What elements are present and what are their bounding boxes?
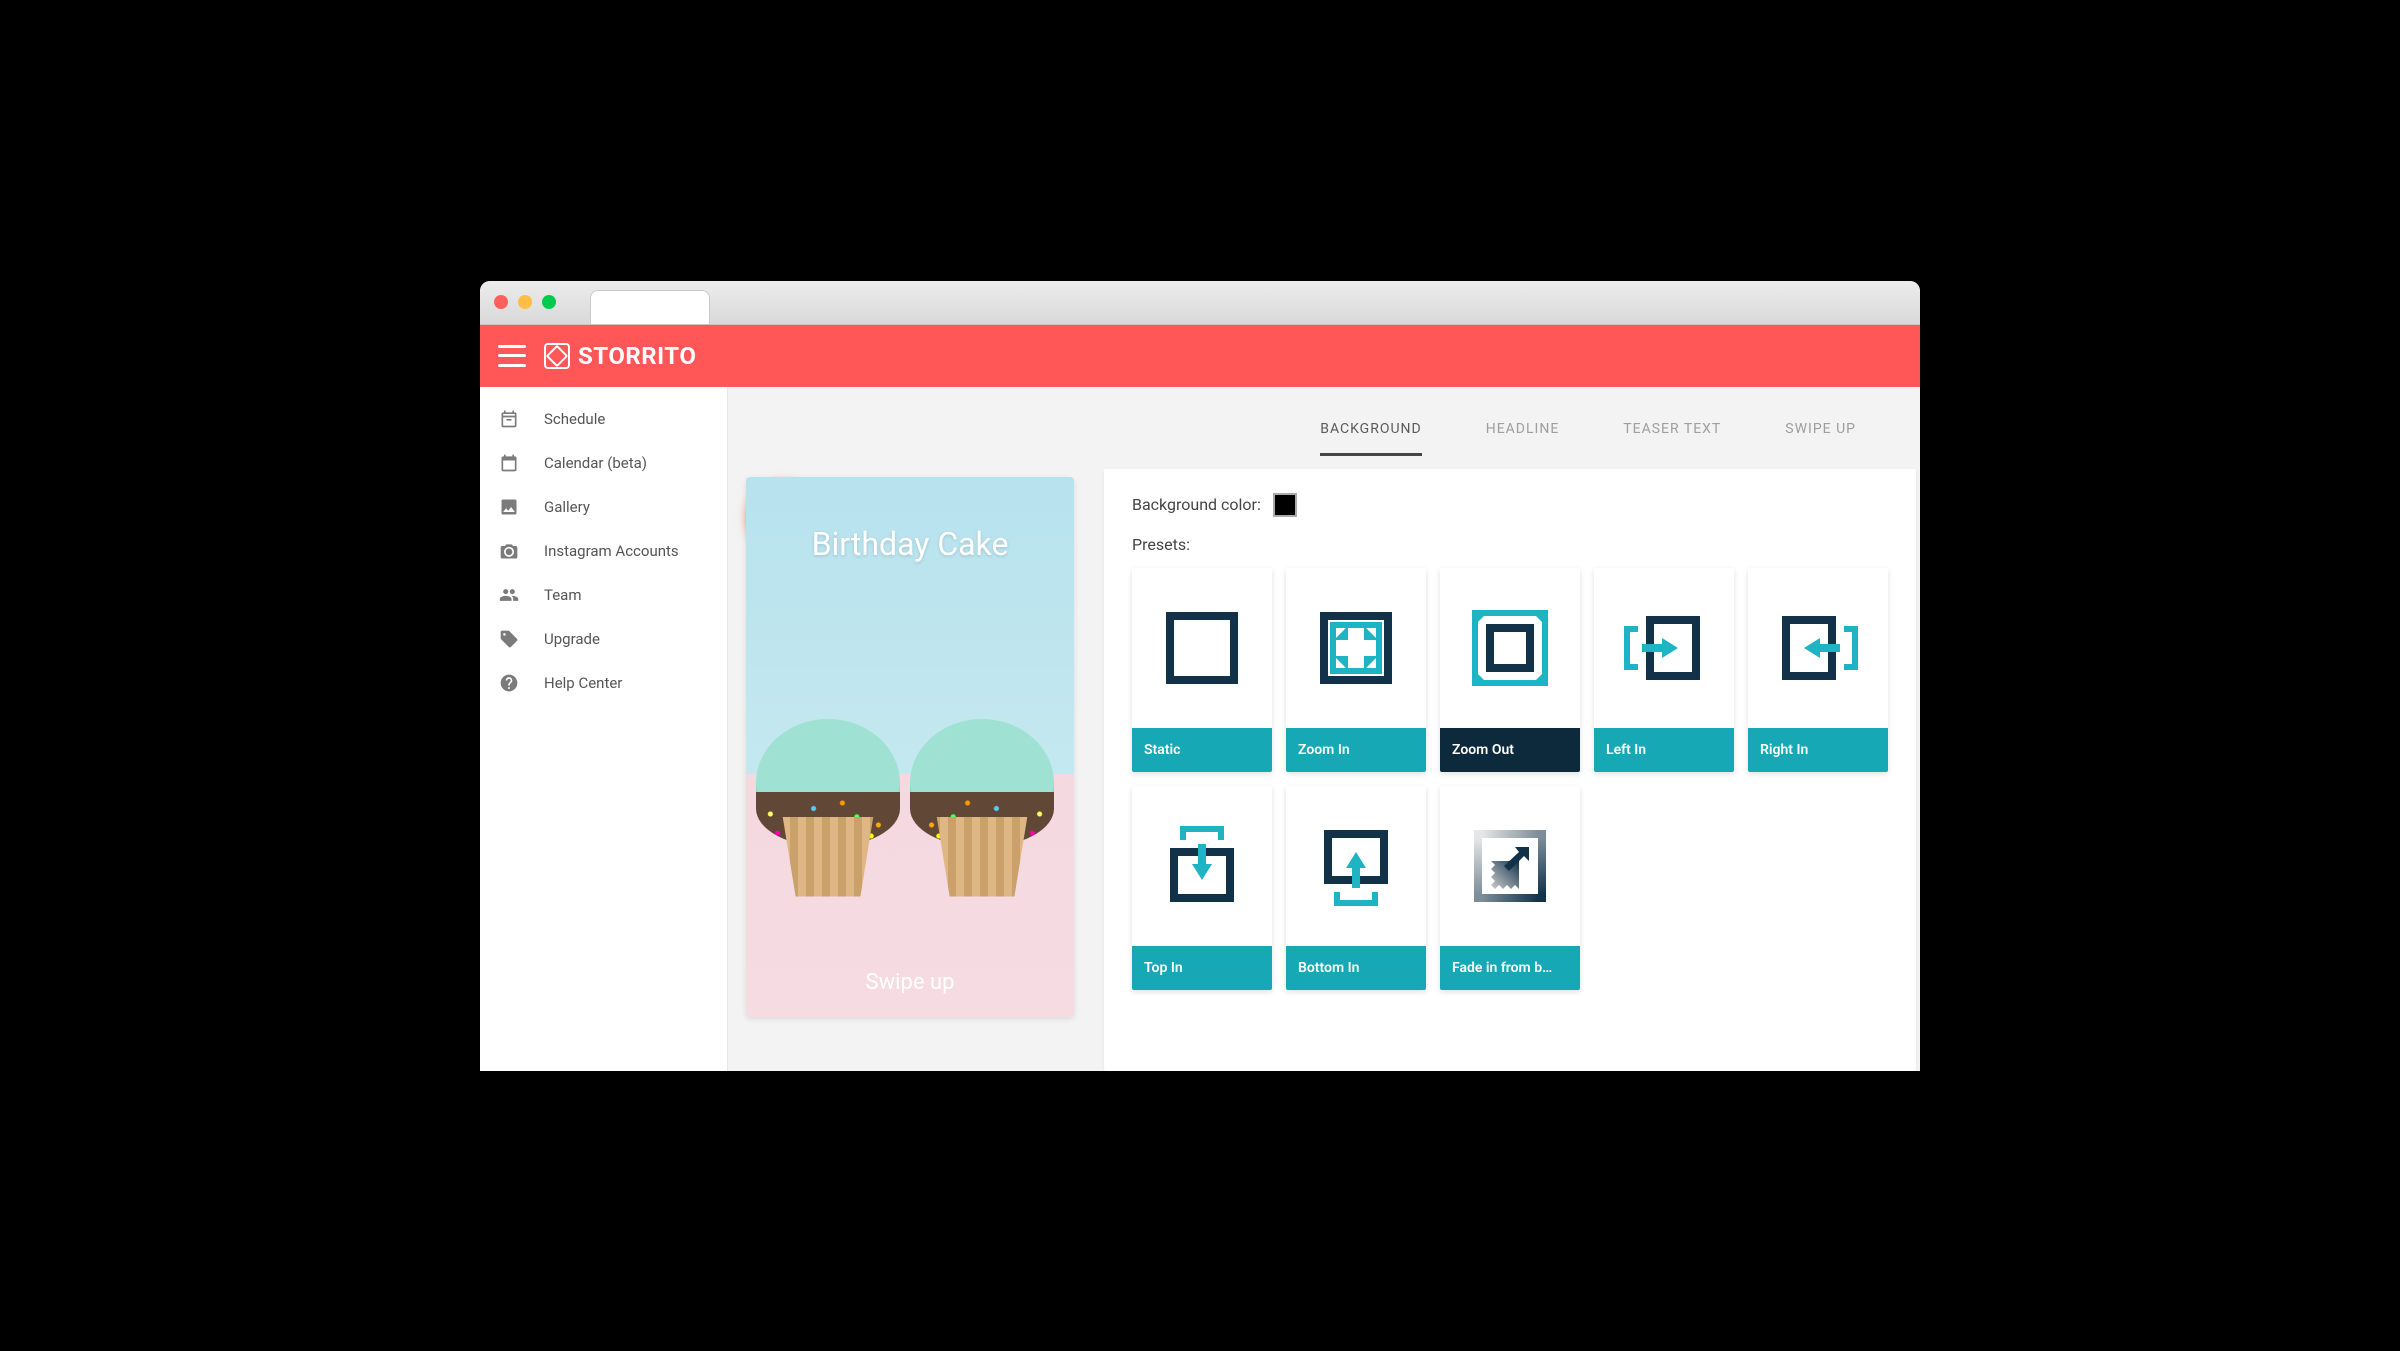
preset-label: Static — [1132, 728, 1272, 772]
tab-headline[interactable]: HEADLINE — [1486, 421, 1560, 456]
preset-thumb — [1594, 568, 1734, 728]
tab-teaser-text[interactable]: TEASER TEXT — [1623, 421, 1721, 456]
preset-thumb — [1132, 786, 1272, 946]
sidebar-item-help[interactable]: Help Center — [480, 661, 727, 705]
tab-swipe-up[interactable]: SWIPE UP — [1785, 421, 1856, 456]
browser-frame: STORRITO Schedule Calendar (beta) Gallery I… — [480, 281, 1920, 1071]
sidebar-item-schedule[interactable]: Schedule — [480, 397, 727, 441]
preset-thumb — [1440, 568, 1580, 728]
window-minimize-icon[interactable] — [518, 295, 532, 309]
sidebar-item-label: Team — [544, 586, 582, 604]
preview-swipe-text: Swipe up — [746, 970, 1074, 995]
help-icon — [498, 672, 520, 694]
team-icon — [498, 584, 520, 606]
sidebar-item-label: Help Center — [544, 674, 622, 692]
preset-thumb — [1286, 786, 1426, 946]
background-panel: Background color: Presets: Static Zoom In… — [1104, 469, 1916, 1071]
preset-fade[interactable]: Fade in from b… — [1440, 786, 1580, 990]
sidebar-item-label: Schedule — [544, 410, 605, 428]
preset-label: Left In — [1594, 728, 1734, 772]
browser-titlebar — [480, 281, 1920, 325]
presets-label: Presets: — [1132, 535, 1888, 554]
sidebar-item-calendar[interactable]: Calendar (beta) — [480, 441, 727, 485]
preset-label: Zoom Out — [1440, 728, 1580, 772]
calendar-icon — [498, 452, 520, 474]
app-header: STORRITO — [480, 325, 1920, 387]
preset-thumb — [1286, 568, 1426, 728]
sidebar-item-label: Instagram Accounts — [544, 542, 679, 560]
sidebar-item-camera[interactable]: Instagram Accounts — [480, 529, 727, 573]
preset-thumb — [1440, 786, 1580, 946]
preset-label: Right In — [1748, 728, 1888, 772]
preset-thumb — [1748, 568, 1888, 728]
preset-left-in[interactable]: Left In — [1594, 568, 1734, 772]
preset-label: Fade in from b… — [1440, 946, 1580, 990]
preset-label: Zoom In — [1286, 728, 1426, 772]
camera-icon — [498, 540, 520, 562]
sidebar-item-team[interactable]: Team — [480, 573, 727, 617]
menu-icon[interactable] — [498, 345, 526, 367]
sidebar-item-label: Calendar (beta) — [544, 454, 647, 472]
sidebar-item-label: Gallery — [544, 498, 590, 516]
preset-static[interactable]: Static — [1132, 568, 1272, 772]
sidebar-item-label: Upgrade — [544, 630, 600, 648]
preset-top-in[interactable]: Top In — [1132, 786, 1272, 990]
window-maximize-icon[interactable] — [542, 295, 556, 309]
window-close-icon[interactable] — [494, 295, 508, 309]
preset-label: Bottom In — [1286, 946, 1426, 990]
preset-label: Top In — [1132, 946, 1272, 990]
tag-icon — [498, 628, 520, 650]
background-color-label: Background color: — [1132, 495, 1261, 514]
preset-zoom-in[interactable]: Zoom In — [1286, 568, 1426, 772]
story-preview: Birthday Cake Swipe up — [746, 477, 1074, 1017]
browser-tab[interactable] — [590, 290, 710, 324]
preset-bottom-in[interactable]: Bottom In — [1286, 786, 1426, 990]
sidebar-item-tag[interactable]: Upgrade — [480, 617, 727, 661]
sidebar-item-gallery[interactable]: Gallery — [480, 485, 727, 529]
brand[interactable]: STORRITO — [544, 342, 696, 370]
preset-zoom-out[interactable]: Zoom Out — [1440, 568, 1580, 772]
sidebar: Schedule Calendar (beta) Gallery Instagram … — [480, 387, 728, 1071]
editor-tabs: BACKGROUND HEADLINE TEASER TEXT SWIPE UP — [1104, 397, 1916, 457]
preview-artwork — [746, 697, 1074, 957]
brand-icon — [544, 343, 570, 369]
preview-title: Birthday Cake — [746, 477, 1074, 563]
preset-right-in[interactable]: Right In — [1748, 568, 1888, 772]
preset-thumb — [1132, 568, 1272, 728]
brand-text: STORRITO — [578, 342, 696, 370]
schedule-icon — [498, 408, 520, 430]
tab-background[interactable]: BACKGROUND — [1320, 421, 1422, 456]
background-color-swatch[interactable] — [1273, 493, 1297, 517]
gallery-icon — [498, 496, 520, 518]
